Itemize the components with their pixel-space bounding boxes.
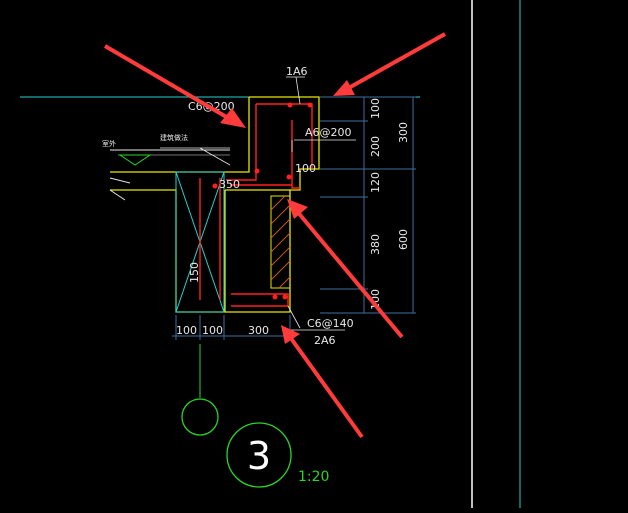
section-drawing: 1A6 C6@200 A6@200 350 100 C6@140 2A6 室外 … bbox=[20, 0, 521, 508]
section-number: 3 bbox=[247, 434, 271, 478]
dim-outer-2: 600 bbox=[397, 229, 410, 250]
annotation-arrows bbox=[103, 32, 446, 439]
slab-dimension-label: 350 bbox=[219, 178, 240, 191]
inner-dimension-label: 100 bbox=[295, 162, 316, 175]
dim-bottom-1: 100 bbox=[176, 324, 197, 337]
cad-canvas[interactable]: 1A6 C6@200 A6@200 350 100 C6@140 2A6 室外 … bbox=[0, 0, 628, 508]
dim-outer-1: 300 bbox=[397, 122, 410, 143]
slab-layer bbox=[109, 149, 230, 201]
right-stirrup-label: A6@200 bbox=[305, 126, 352, 139]
slab-tag: 建筑做法 bbox=[160, 133, 188, 142]
top-bar-label: 1A6 bbox=[286, 65, 308, 78]
section-marker: 3 1:20 bbox=[181, 344, 329, 488]
marker-circle-small bbox=[181, 398, 219, 436]
hatched-wall bbox=[270, 195, 291, 289]
dim-bottom-2: 100 bbox=[202, 324, 223, 337]
arrow-top-left bbox=[103, 44, 246, 128]
hatched-dimension-label: 150 bbox=[188, 262, 201, 283]
bottom-bar-label: 2A6 bbox=[314, 334, 336, 347]
dim-right-2: 200 bbox=[369, 136, 382, 157]
arrow-top-right bbox=[333, 32, 446, 96]
dim-right-4: 380 bbox=[369, 234, 382, 255]
rebar-dots bbox=[212, 102, 313, 300]
leader-lines bbox=[160, 76, 356, 331]
dim-right-1: 100 bbox=[369, 98, 382, 119]
bottom-stirrup-label: C6@140 bbox=[307, 317, 354, 330]
ground-tag: 室外 bbox=[102, 139, 116, 148]
dim-bottom-3: 300 bbox=[248, 324, 269, 337]
scale-label: 1:20 bbox=[298, 469, 329, 485]
dim-right-3: 120 bbox=[369, 172, 382, 193]
